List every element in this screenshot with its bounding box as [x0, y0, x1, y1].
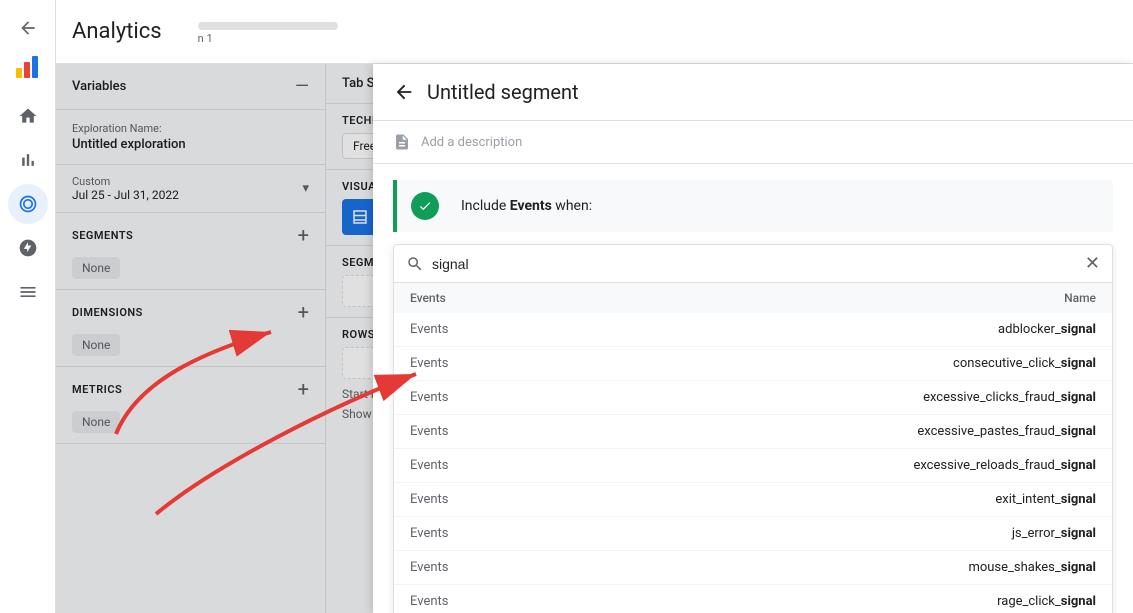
property-label: n 1	[198, 32, 338, 45]
analytics-logo	[14, 52, 42, 80]
top-header: Analytics n 1	[56, 0, 1133, 64]
segment-header: Untitled segment	[373, 64, 1133, 121]
include-events-bar: Include Events when:	[393, 180, 1113, 232]
include-bar-content: Include Events when:	[397, 180, 606, 232]
include-dot	[411, 192, 439, 220]
result-2-category: Events	[410, 356, 448, 371]
include-prefix: Include	[461, 198, 510, 214]
result-6-category: Events	[410, 492, 448, 507]
search-results-header: Events Name	[394, 283, 1112, 313]
main-content: Variables — Exploration Name: Untitled e…	[56, 64, 1133, 613]
col-category-header: Events	[410, 291, 446, 305]
include-suffix: when:	[552, 198, 592, 214]
nav-home[interactable]	[8, 96, 48, 136]
include-text: Include Events when:	[461, 198, 592, 214]
result-6-name: exit_intent_signal	[995, 492, 1096, 507]
result-row-9[interactable]: Events rage_click_signal	[394, 585, 1112, 613]
result-1-name: adblocker_signal	[998, 322, 1096, 337]
search-dropdown: ✕ Events Name Events adblocker_signal	[393, 244, 1113, 613]
result-3-name: excessive_clicks_fraud_signal	[923, 390, 1096, 405]
result-row-4[interactable]: Events excessive_pastes_fraud_signal	[394, 415, 1112, 449]
result-row-8[interactable]: Events mouse_shakes_signal	[394, 551, 1112, 585]
result-row-5[interactable]: Events excessive_reloads_fraud_signal	[394, 449, 1112, 483]
result-7-name: js_error_signal	[1012, 526, 1096, 541]
result-3-category: Events	[410, 390, 448, 405]
result-7-category: Events	[410, 526, 448, 541]
app-title: Analytics	[72, 19, 162, 44]
search-box: ✕	[394, 245, 1112, 283]
include-events-word: Events	[510, 198, 552, 214]
segment-description[interactable]: Add a description	[373, 121, 1133, 164]
segment-body: Include Events when: ✕	[373, 164, 1133, 613]
col-name-header: Name	[1064, 291, 1096, 305]
search-results: Events Name Events adblocker_signal Even…	[394, 283, 1112, 613]
account-bar	[198, 22, 338, 30]
result-2-name: consecutive_click_signal	[953, 356, 1096, 371]
nav-configure[interactable]	[8, 272, 48, 312]
result-9-name: rage_click_signal	[997, 594, 1096, 609]
search-icon	[406, 255, 424, 273]
result-row-7[interactable]: Events js_error_signal	[394, 517, 1112, 551]
result-5-category: Events	[410, 458, 448, 473]
nav-explore[interactable]	[8, 184, 48, 224]
search-container: ✕ Events Name Events adblocker_signal	[373, 244, 1133, 613]
result-row-2[interactable]: Events consecutive_click_signal	[394, 347, 1112, 381]
result-1-category: Events	[410, 322, 448, 337]
nav-sidebar	[0, 0, 56, 613]
result-row-6[interactable]: Events exit_intent_signal	[394, 483, 1112, 517]
result-8-name: mouse_shakes_signal	[968, 560, 1096, 575]
segment-modal-overlay: Untitled segment Add a description Inclu…	[56, 64, 1133, 613]
result-4-name: excessive_pastes_fraud_signal	[917, 424, 1096, 439]
description-placeholder: Add a description	[421, 135, 522, 150]
search-close-button[interactable]: ✕	[1085, 253, 1100, 274]
nav-reports[interactable]	[8, 140, 48, 180]
segment-title: Untitled segment	[427, 80, 579, 104]
account-selector[interactable]: n 1	[198, 18, 338, 45]
segment-back-button[interactable]	[393, 81, 415, 103]
result-8-category: Events	[410, 560, 448, 575]
result-5-name: excessive_reloads_fraud_signal	[913, 458, 1096, 473]
segment-panel: Untitled segment Add a description Inclu…	[373, 64, 1133, 613]
result-9-category: Events	[410, 594, 448, 609]
result-4-category: Events	[410, 424, 448, 439]
result-row-1[interactable]: Events adblocker_signal	[394, 313, 1112, 347]
search-input[interactable]	[432, 256, 1077, 272]
result-row-3[interactable]: Events excessive_clicks_fraud_signal	[394, 381, 1112, 415]
nav-back-button[interactable]	[8, 8, 48, 48]
nav-ads[interactable]	[8, 228, 48, 268]
